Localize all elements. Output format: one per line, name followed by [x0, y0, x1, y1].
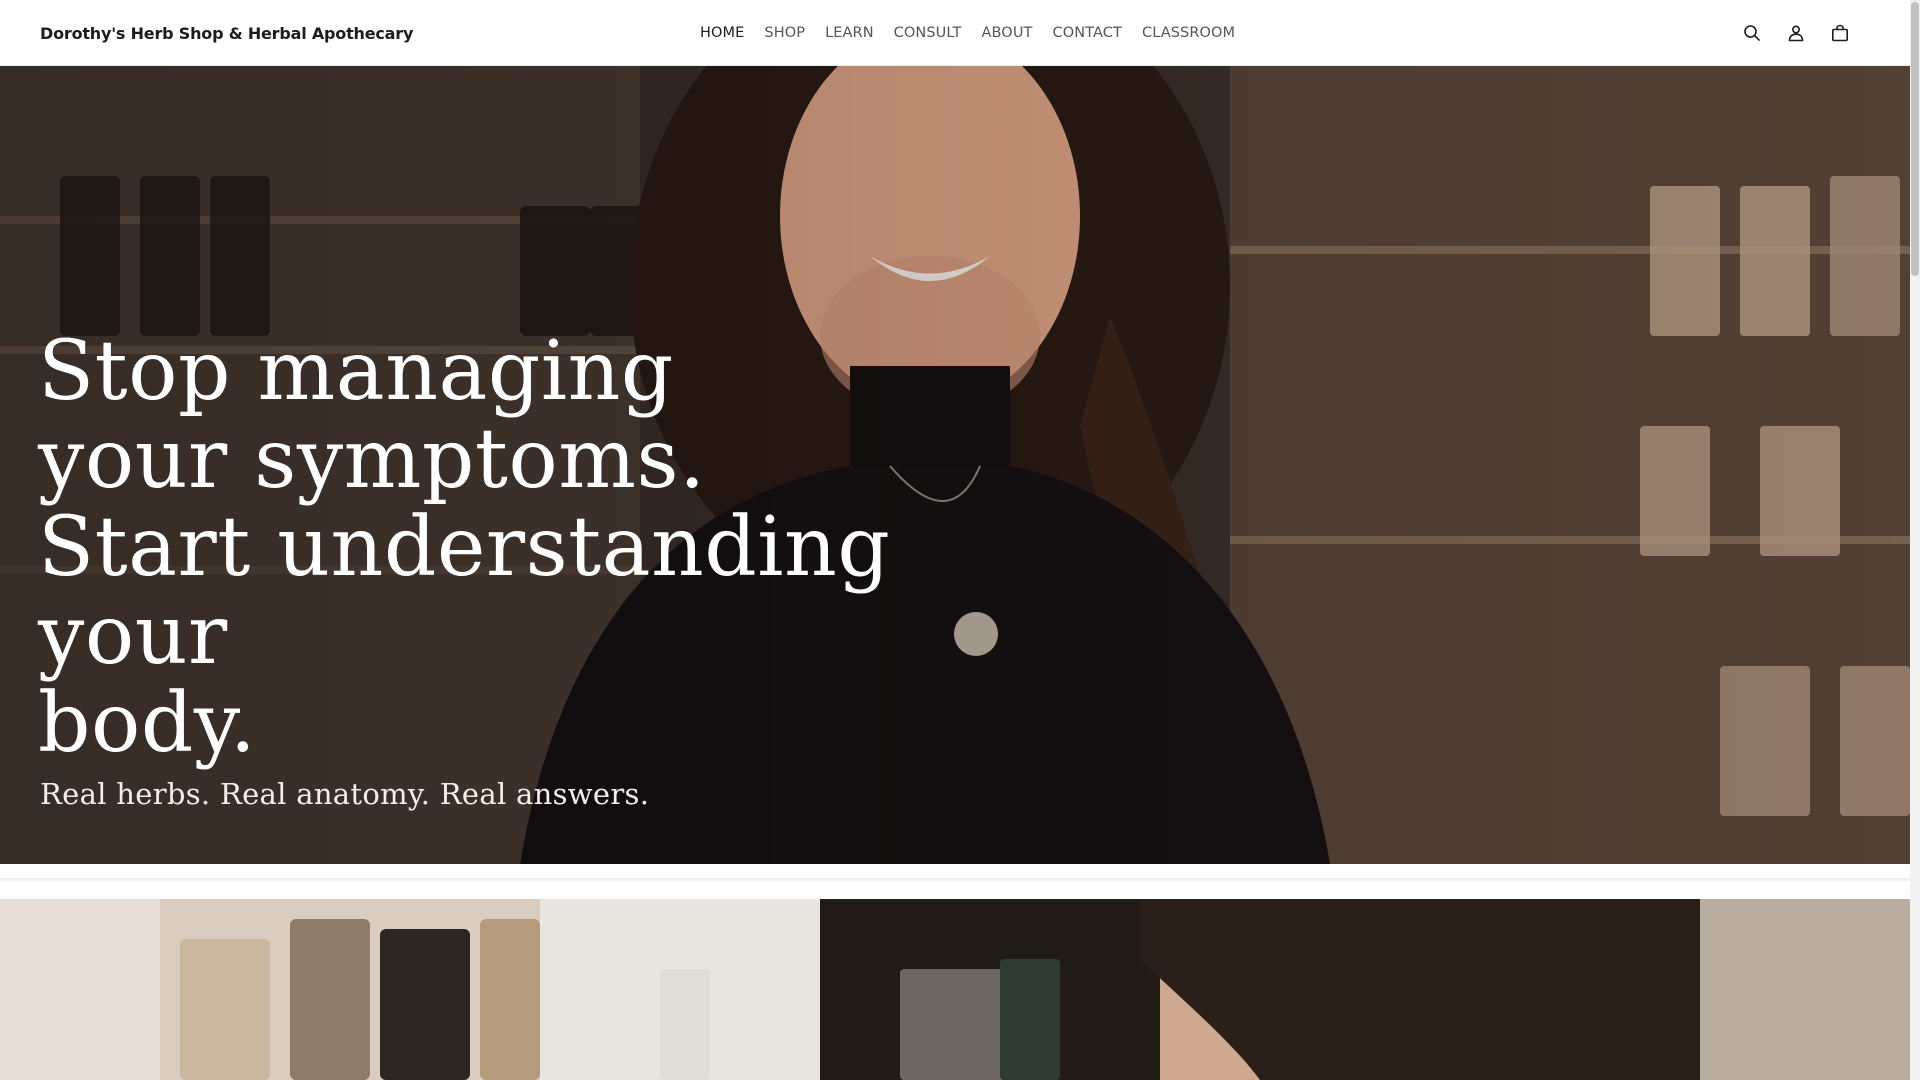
header-utilities [1738, 0, 1854, 66]
main-nav: HOME SHOP LEARN CONSULT ABOUT CONTACT CL… [690, 0, 1245, 66]
nav-item-contact[interactable]: CONTACT [1043, 25, 1132, 41]
search-icon [1743, 24, 1761, 42]
divider-line [0, 878, 1910, 881]
nav-item-classroom[interactable]: CLASSROOM [1132, 25, 1245, 41]
page-scrollbar[interactable] [1910, 0, 1920, 1080]
account-button[interactable] [1782, 19, 1810, 47]
scrollbar-thumb[interactable] [1911, 2, 1919, 276]
hero-banner: Stop managing your symptoms. Start under… [0, 66, 1910, 864]
hero-heading-line: Start understanding your [38, 500, 891, 683]
nav-item-home[interactable]: HOME [690, 25, 754, 41]
nav-item-consult[interactable]: CONSULT [884, 25, 972, 41]
search-button[interactable] [1738, 19, 1766, 47]
section-divider [0, 864, 1910, 899]
hero-heading: Stop managing your symptoms. Start under… [38, 328, 1098, 768]
hero-heading-line: body. [38, 676, 257, 771]
nav-item-about[interactable]: ABOUT [972, 25, 1043, 41]
hero-subheading: Real herbs. Real anatomy. Real answers. [40, 777, 650, 811]
cart-icon [1831, 24, 1849, 42]
nav-item-shop[interactable]: SHOP [754, 25, 815, 41]
brand-logo-link[interactable]: Dorothy's Herb Shop & Herbal Apothecary [40, 0, 413, 66]
cart-button[interactable] [1826, 19, 1854, 47]
hero-heading-line: Stop managing [38, 324, 674, 419]
secondary-background-photo [0, 899, 1910, 1080]
secondary-image-section [0, 899, 1910, 1080]
page: Dorothy's Herb Shop & Herbal Apothecary … [0, 0, 1920, 1080]
account-icon [1787, 24, 1805, 42]
nav-item-learn[interactable]: LEARN [815, 25, 884, 41]
hero-heading-line: your symptoms. [38, 412, 706, 507]
site-header: Dorothy's Herb Shop & Herbal Apothecary … [0, 0, 1910, 66]
